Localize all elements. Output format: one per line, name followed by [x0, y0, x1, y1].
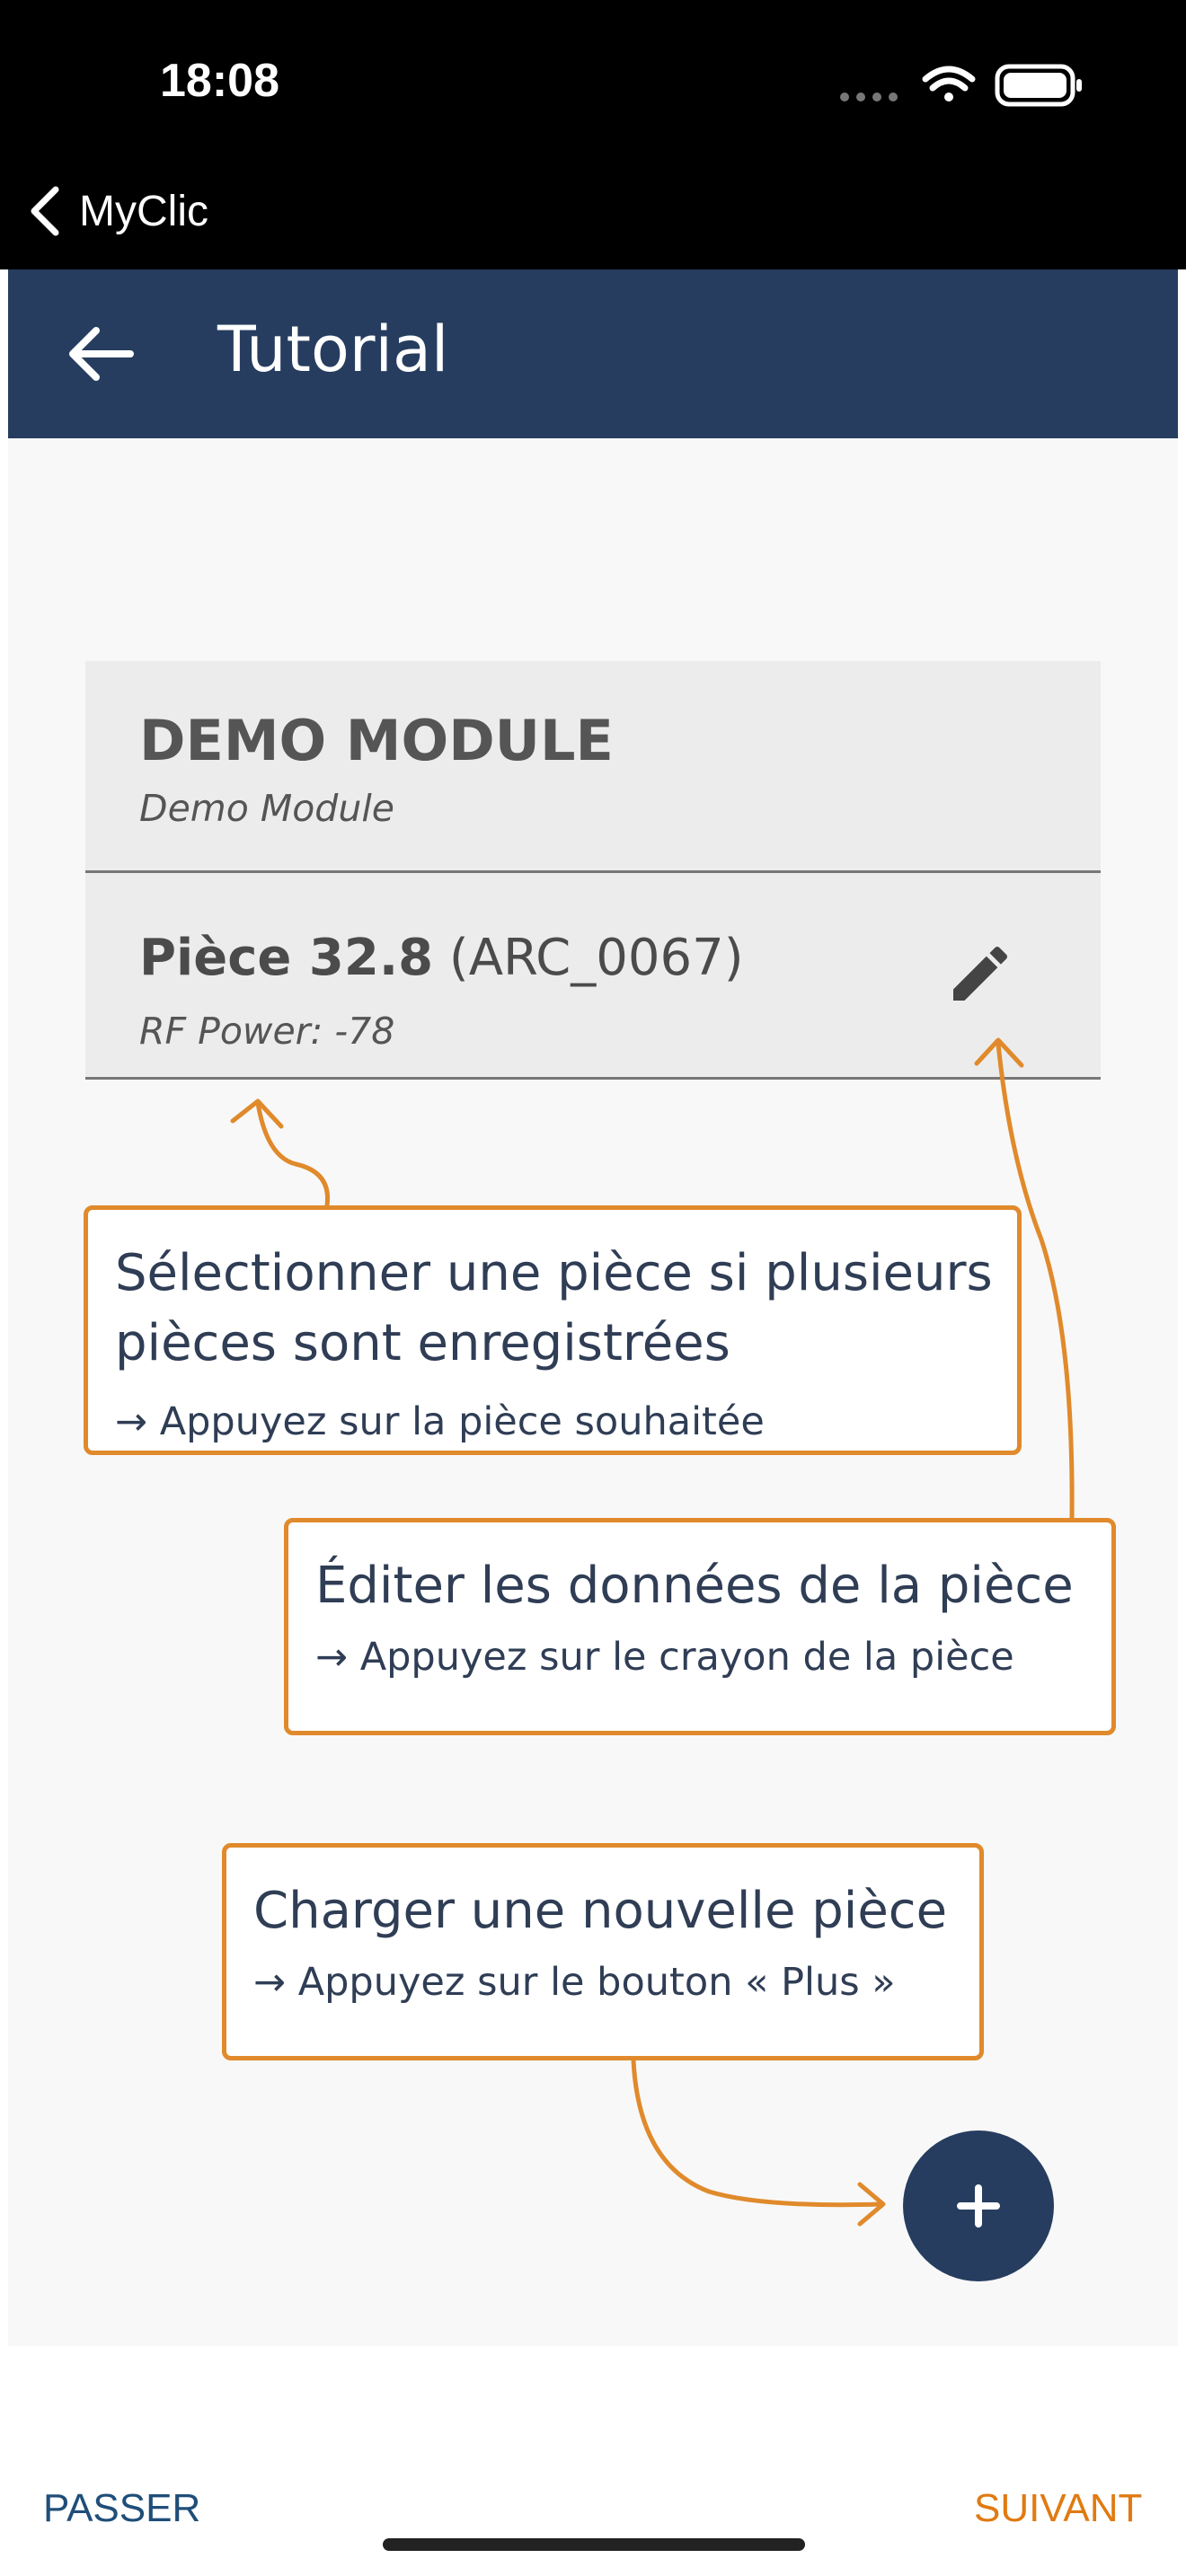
- home-indicator: [383, 2538, 805, 2551]
- piece-code: (ARC_0067): [448, 929, 744, 987]
- add-piece-button[interactable]: [903, 2130, 1054, 2281]
- callout-select-title-line1: Sélectionner une pièce si plusieurs: [115, 1244, 993, 1302]
- callout-edit-title: Éditer les données de la pièce: [315, 1557, 1074, 1615]
- arrow-to-plus-button: [631, 2058, 886, 2227]
- callout-edit-hint: → Appuyez sur le crayon de la pièce: [315, 1635, 1014, 1680]
- callout-select-title: Sélectionner une pièce si plusieurs pièce…: [115, 1239, 1017, 1379]
- app-bar: Tutorial: [8, 269, 1178, 438]
- plus-icon: [957, 2184, 1000, 2228]
- wifi-icon: [922, 66, 976, 101]
- battery-icon: [995, 64, 1082, 107]
- module-subtitle: Demo Module: [139, 787, 394, 830]
- piece-row[interactable]: Pièce 32.8 (ARC_0067) RF Power: -78: [85, 873, 1101, 1080]
- pencil-icon[interactable]: [944, 938, 1016, 1010]
- page-title: Tutorial: [217, 313, 449, 386]
- piece-rf-power: RF Power: -78: [139, 1010, 395, 1053]
- callout-add-title: Charger une nouvelle pièce: [253, 1882, 948, 1940]
- arrow-left-icon[interactable]: [64, 325, 136, 383]
- divider: [85, 1077, 1101, 1080]
- callout-add-hint: → Appuyez sur le bouton « Plus »: [253, 1960, 896, 2005]
- status-icons: [840, 64, 1082, 107]
- status-time: 18:08: [160, 55, 279, 107]
- tutorial-frame: Tutorial DEMO MODULE Demo Module Pièce 3…: [8, 269, 1178, 2346]
- callout-edit-piece: Éditer les données de la pièce → Appuyez…: [284, 1518, 1116, 1735]
- next-button[interactable]: SUIVANT: [974, 2486, 1142, 2531]
- skip-button[interactable]: PASSER: [43, 2486, 200, 2531]
- callout-add-piece: Charger une nouvelle pièce → Appuyez sur…: [222, 1843, 984, 2060]
- ios-back-button[interactable]: MyClic: [27, 180, 208, 243]
- callout-select-hint: → Appuyez sur la pièce souhaitée: [115, 1399, 765, 1444]
- piece-name: Pièce 32.8: [139, 929, 434, 987]
- module-card: DEMO MODULE Demo Module Pièce 32.8 (ARC_…: [85, 661, 1101, 1080]
- chevron-left-icon: [31, 186, 59, 236]
- callout-select-piece: Sélectionner une pièce si plusieurs pièce…: [84, 1205, 1022, 1455]
- signal-icon: [840, 93, 898, 101]
- ios-back-label: MyClic: [79, 187, 208, 235]
- module-name: DEMO MODULE: [139, 708, 614, 773]
- callout-select-title-line2: pièces sont enregistrées: [115, 1314, 730, 1372]
- piece-title: Pièce 32.8 (ARC_0067): [139, 929, 744, 987]
- arrow-to-piece-row: [230, 1098, 331, 1208]
